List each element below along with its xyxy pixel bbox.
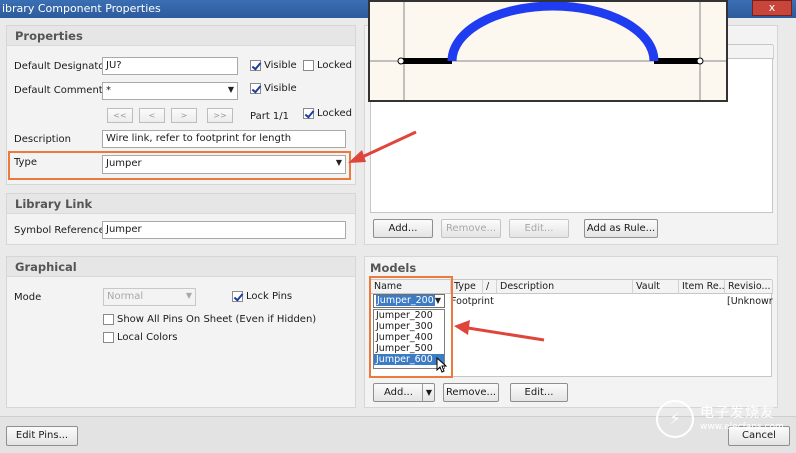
model-edit-button[interactable]: Edit... [510, 383, 568, 402]
edit-pins-button[interactable]: Edit Pins... [6, 426, 78, 446]
designator-visible-checkbox[interactable]: Visible [250, 60, 297, 71]
column-sort[interactable]: / [483, 280, 497, 294]
watermark-text: 电子发烧友 [700, 405, 775, 421]
first-part-button[interactable]: << [107, 108, 133, 123]
column-vault[interactable]: Vault [633, 280, 679, 294]
model-remove-button[interactable]: Remove... [443, 383, 499, 402]
type-highlight-frame [8, 151, 351, 180]
default-comment-value: * [106, 85, 111, 96]
model-type-value: Footprint [451, 296, 494, 307]
previous-part-button[interactable]: < [139, 108, 165, 123]
designator-locked-label: Locked [317, 60, 352, 71]
chevron-down-icon[interactable]: ▼ [228, 85, 234, 94]
description-input[interactable]: Wire link, refer to footprint for length [102, 130, 346, 148]
model-edit-label: Edit... [524, 387, 554, 398]
parameter-remove-button[interactable]: Remove... [441, 219, 501, 238]
part-locked-checkbox[interactable]: Locked [303, 108, 352, 119]
lock-pins-checkbox[interactable]: Lock Pins [232, 291, 292, 302]
next-part-button[interactable]: > [171, 108, 197, 123]
library-component-properties-dialog: ibrary Component Properties x Properties… [0, 0, 796, 453]
watermark-site: www.elecfans.com [700, 422, 784, 432]
lock-pins-label: Lock Pins [246, 291, 293, 302]
local-colors-label: Local Colors [117, 332, 178, 343]
parameter-edit-button[interactable]: Edit... [509, 219, 569, 238]
properties-header: Properties [7, 26, 355, 46]
models-highlight-frame [369, 276, 453, 378]
symbol-reference-label: Symbol Reference [14, 225, 105, 236]
chevron-down-icon[interactable]: ▼ [422, 384, 435, 401]
graphical-header: Graphical [7, 257, 355, 277]
comment-visible-check[interactable] [250, 83, 261, 94]
watermark: ⚡ 电子发烧友 www.elecfans.com [656, 398, 786, 448]
close-button[interactable]: x [752, 0, 792, 16]
models-header: Models [370, 261, 417, 275]
show-all-pins-label: Show All Pins On Sheet (Even if Hidden) [117, 314, 317, 325]
watermark-logo-icon: ⚡ [656, 400, 694, 438]
local-colors-checkbox[interactable]: Local Colors [103, 332, 177, 343]
last-part-button[interactable]: >> [207, 108, 233, 123]
mode-combo[interactable]: Normal ▼ [103, 288, 196, 306]
model-add-button[interactable]: Add... ▼ [373, 383, 435, 402]
model-revision-value: [Unknowr [727, 296, 773, 307]
default-designator-input[interactable]: JU? [102, 57, 238, 75]
add-as-rule-label: Add as Rule... [586, 223, 656, 234]
jumper-symbol-graphic [370, 1, 726, 100]
mode-label: Mode [14, 292, 42, 303]
designator-visible-label: Visible [264, 60, 297, 71]
mode-value: Normal [107, 291, 144, 302]
parameter-add-label: Add... [388, 223, 418, 234]
edit-pins-label: Edit Pins... [15, 430, 69, 441]
comment-visible-label: Visible [264, 83, 297, 94]
description-label: Description [14, 134, 71, 145]
lock-pins-check[interactable] [232, 291, 243, 302]
annotation-arrow-models [454, 320, 545, 342]
part-locked-label: Locked [317, 108, 352, 119]
designator-locked-checkbox[interactable]: Locked [303, 60, 352, 71]
local-colors-check[interactable] [103, 332, 114, 343]
column-revision[interactable]: Revisio... [725, 280, 773, 294]
column-item-revision[interactable]: Item Re... [679, 280, 725, 294]
chevron-down-icon[interactable]: ▼ [186, 291, 192, 300]
symbol-reference-input[interactable]: Jumper [102, 221, 346, 239]
add-as-rule-button[interactable]: Add as Rule... [584, 219, 658, 238]
model-add-label: Add... [384, 387, 413, 398]
window-title: ibrary Component Properties [2, 2, 161, 15]
parameter-add-button[interactable]: Add... [373, 219, 433, 238]
column-type[interactable]: Type [451, 280, 483, 294]
model-remove-label: Remove... [445, 387, 497, 398]
comment-visible-checkbox[interactable]: Visible [250, 83, 297, 94]
designator-locked-check[interactable] [303, 60, 314, 71]
show-all-pins-check[interactable] [103, 314, 114, 325]
annotation-arrow-type [348, 130, 417, 163]
parameter-remove-label: Remove... [445, 223, 497, 234]
designator-visible-check[interactable] [250, 60, 261, 71]
default-comment-label: Default Comment [14, 85, 103, 96]
show-all-pins-checkbox[interactable]: Show All Pins On Sheet (Even if Hidden) [103, 314, 316, 325]
default-comment-combo[interactable]: * ▼ [102, 82, 238, 100]
graphical-panel: Graphical [6, 256, 356, 408]
column-description[interactable]: Description [497, 280, 633, 294]
symbol-preview [368, 0, 728, 102]
part-indicator: Part 1/1 [250, 111, 290, 122]
parameter-edit-label: Edit... [524, 223, 554, 234]
default-designator-label: Default Designator [14, 61, 109, 72]
part-locked-check[interactable] [303, 108, 314, 119]
library-link-header: Library Link [7, 194, 355, 214]
